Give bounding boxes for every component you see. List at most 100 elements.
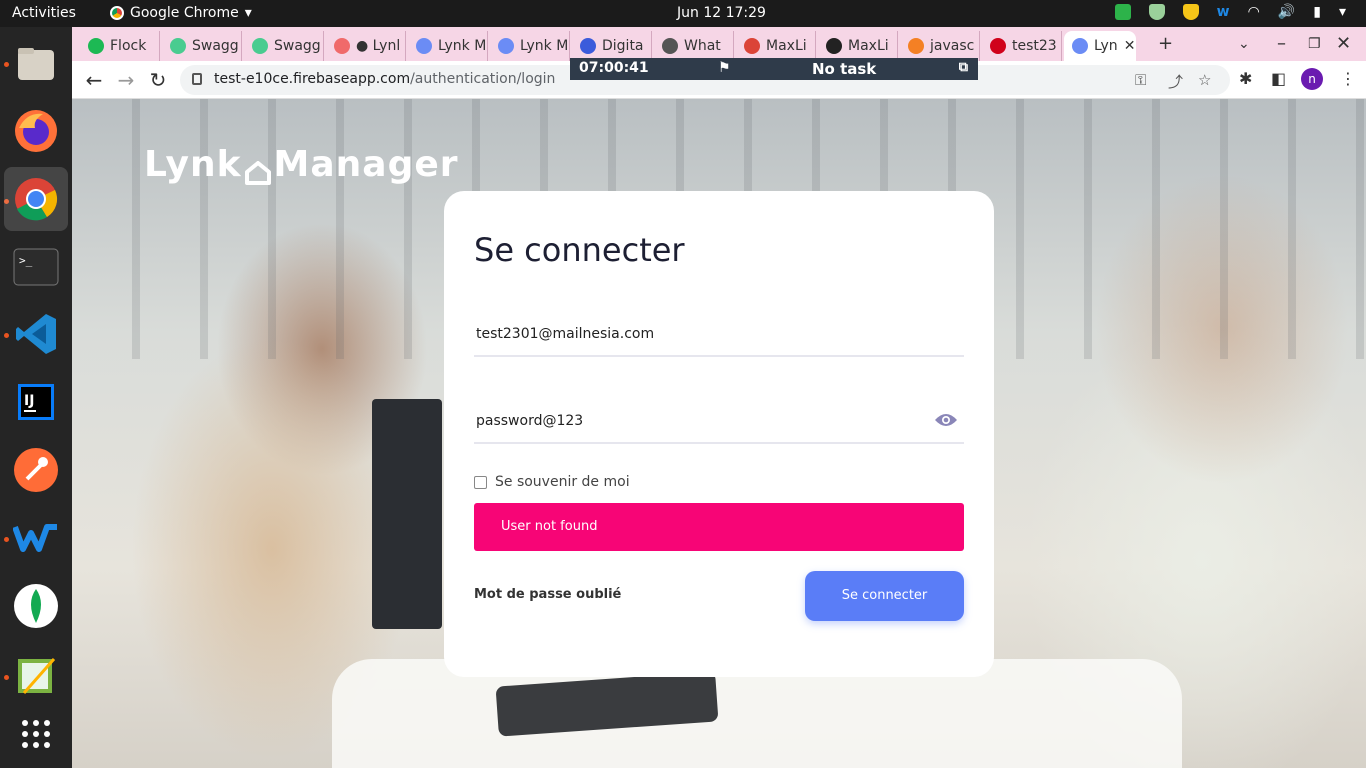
lynk-icon	[416, 38, 432, 54]
update-icon[interactable]	[1114, 4, 1131, 20]
notepadqq-icon[interactable]	[12, 651, 60, 699]
browser-tab[interactable]: test23	[982, 31, 1062, 61]
wifi-icon[interactable]: ◠	[1248, 4, 1260, 20]
tab-label: Lynk M	[520, 38, 569, 54]
volume-icon[interactable]: 🔊	[1278, 4, 1295, 20]
digital-icon	[580, 38, 596, 54]
chrome-menu-icon[interactable]: ⋮	[1340, 69, 1356, 88]
browser-tab[interactable]: Lynk M	[490, 31, 570, 61]
app-menu[interactable]: Google Chrome ▾	[110, 5, 252, 21]
tab-label: ● Lynl	[356, 38, 401, 54]
tab-label: Lynk M	[438, 38, 487, 54]
side-panel-icon[interactable]: ◧	[1271, 69, 1286, 88]
checkered-flag-icon[interactable]: ⚑	[718, 60, 731, 76]
browser-tab[interactable]: MaxLi	[736, 31, 816, 61]
system-top-bar: Activities Google Chrome ▾ Jun 12 17:29 …	[0, 0, 1366, 27]
extensions-puzzle-icon[interactable]: ✱	[1239, 69, 1252, 88]
open-external-icon[interactable]: ⧉	[959, 60, 968, 75]
system-tray[interactable]: w ◠ 🔊 ▮ ▾	[1114, 4, 1346, 20]
profile-avatar[interactable]: n	[1301, 68, 1323, 90]
password-key-icon[interactable]: ⚿	[1135, 71, 1146, 89]
browser-tab[interactable]: What	[654, 31, 734, 61]
tab-label: Swagg	[274, 38, 321, 54]
share-icon[interactable]: ⤴	[1168, 71, 1183, 92]
password-value[interactable]: password@123	[476, 413, 583, 429]
activities-button[interactable]: Activities	[12, 5, 76, 21]
minimize-button[interactable]: –	[1277, 33, 1286, 54]
dock: >_ IJ	[0, 27, 72, 768]
time-tracker-widget[interactable]: 07:00:41 ⚑ No task ⧉	[570, 58, 978, 80]
stackoverflow-icon	[908, 38, 924, 54]
app-grid-icon[interactable]	[12, 710, 60, 758]
shield-icon[interactable]	[1148, 4, 1165, 20]
brave-icon[interactable]	[1182, 4, 1199, 20]
login-page: Lynk Manager Se connecter test2301@mailn…	[72, 99, 1366, 768]
running-indicator	[4, 537, 9, 542]
postman-icon[interactable]	[12, 446, 60, 494]
lynk-icon	[1072, 38, 1088, 54]
browser-tab[interactable]: MaxLi	[818, 31, 898, 61]
swagger-icon	[170, 38, 186, 54]
terminal-icon[interactable]: >_	[12, 243, 60, 291]
tab-search-icon[interactable]: ⌄	[1238, 36, 1250, 52]
eye-icon[interactable]	[934, 412, 958, 428]
chrome-icon[interactable]	[4, 167, 68, 231]
running-indicator	[4, 62, 9, 67]
new-tab-button[interactable]: +	[1158, 33, 1173, 54]
vscode-icon[interactable]	[12, 310, 60, 358]
maximize-button[interactable]: ❐	[1308, 36, 1321, 52]
tab-label: Digita	[602, 38, 644, 54]
browser-tab[interactable]: javasc	[900, 31, 980, 61]
running-indicator	[4, 675, 9, 680]
email-value[interactable]: test2301@mailnesia.com	[476, 326, 654, 342]
files-icon[interactable]	[12, 40, 60, 88]
remember-checkbox[interactable]	[474, 475, 487, 489]
login-title: Se connecter	[474, 231, 685, 269]
browser-tab[interactable]: Digita	[572, 31, 652, 61]
house-icon	[244, 153, 272, 185]
email-field[interactable]: test2301@mailnesia.com	[474, 313, 964, 357]
google-icon	[744, 38, 760, 54]
password-field[interactable]: password@123	[474, 400, 964, 444]
app-name: Google Chrome	[130, 5, 239, 21]
intellij-icon[interactable]: IJ	[12, 378, 60, 426]
browser-tab[interactable]: Lyn ✕	[1064, 31, 1136, 61]
remember-label[interactable]: Se souvenir de moi	[495, 474, 630, 490]
forgot-password-link[interactable]: Mot de passe oublié	[474, 587, 621, 602]
webstorm-tray-icon[interactable]: w	[1217, 4, 1230, 20]
mail-icon	[990, 38, 1006, 54]
tab-label: Swagg	[192, 38, 239, 54]
clock[interactable]: Jun 12 17:29	[677, 5, 766, 21]
browser-tab[interactable]: Flock	[80, 31, 160, 61]
timer-task[interactable]: No task	[812, 60, 876, 78]
back-button[interactable]: ←	[82, 68, 106, 92]
close-window-button[interactable]: ✕	[1336, 33, 1351, 54]
remember-me[interactable]: Se souvenir de moi	[474, 474, 630, 490]
browser-tab[interactable]: Swagg	[162, 31, 242, 61]
chrome-icon	[110, 6, 124, 20]
browser-tab[interactable]: ● Lynl	[326, 31, 406, 61]
timer-time: 07:00:41	[579, 60, 649, 76]
bookmark-star-icon[interactable]: ☆	[1198, 71, 1211, 89]
webstorm-icon[interactable]	[12, 514, 60, 562]
asana-icon	[334, 38, 350, 54]
brand-part-1: Lynk	[144, 144, 242, 185]
login-button[interactable]: Se connecter	[805, 571, 964, 621]
running-indicator	[4, 333, 9, 338]
brand-part-2: Manager	[273, 144, 459, 185]
swagger-icon	[252, 38, 268, 54]
url-text[interactable]: test-e10ce.firebaseapp.com/authenticatio…	[214, 71, 555, 87]
power-menu-icon[interactable]: ▾	[1339, 4, 1346, 20]
lock-icon[interactable]	[192, 73, 202, 85]
mongodb-icon[interactable]	[12, 582, 60, 630]
browser-tab[interactable]: Swagg	[244, 31, 324, 61]
tab-label: Flock	[110, 38, 147, 54]
forward-button[interactable]: →	[114, 68, 138, 92]
tab-strip: + ⌄ – ❐ ✕ Flock Swagg Swagg ● Lynl Lynk M Lyn…	[72, 27, 1366, 61]
firefox-icon[interactable]	[12, 107, 60, 155]
battery-icon[interactable]: ▮	[1313, 4, 1321, 20]
close-tab-icon[interactable]: ✕	[1124, 38, 1136, 54]
reload-button[interactable]: ↻	[146, 68, 170, 92]
tab-label: Lyn	[1094, 38, 1118, 54]
browser-tab[interactable]: Lynk M	[408, 31, 488, 61]
